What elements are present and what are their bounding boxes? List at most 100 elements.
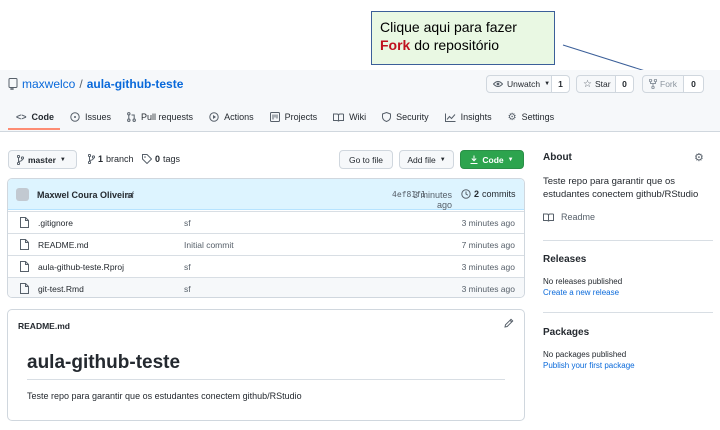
pull-request-icon — [127, 112, 136, 122]
issue-icon — [70, 112, 80, 122]
latest-commit-bar: Maxwel Coura Oliveira sf 4ef81f1 3 minut… — [8, 179, 524, 210]
tab-label: Code — [31, 112, 55, 122]
tab-label: Security — [396, 112, 429, 122]
file-name[interactable]: git-test.Rmd — [38, 284, 84, 294]
repo-separator: / — [79, 77, 83, 91]
commit-age: 3 minutes ago — [412, 190, 452, 210]
readme-heading: aula-github-teste — [27, 352, 181, 373]
file-commit-message[interactable]: Initial commit — [184, 240, 234, 250]
file-age: 7 minutes ago — [461, 239, 515, 250]
watch-count[interactable]: 1 — [552, 75, 570, 93]
code-icon: <> — [16, 112, 27, 122]
tags-link[interactable]: 0 tags — [142, 154, 180, 164]
tag-icon — [142, 154, 152, 164]
fork-callout: Clique aqui para fazer Fork do repositór… — [371, 11, 555, 65]
avatar[interactable] — [16, 188, 29, 201]
tab-label: Insights — [460, 112, 492, 122]
file-icon — [20, 283, 29, 294]
tab-label: Pull requests — [141, 112, 194, 122]
fork-label: Fork — [660, 79, 677, 89]
add-file-button[interactable]: Add file ▼ — [399, 150, 454, 169]
chevron-down-icon: ▼ — [544, 81, 551, 87]
commit-message[interactable]: sf — [127, 190, 134, 200]
branch-word: branch — [106, 154, 134, 164]
fork-button[interactable]: Fork — [642, 75, 684, 93]
tab-insights[interactable]: Insights — [437, 106, 500, 128]
readme-body: Teste repo para garantir que os estudant… — [27, 391, 302, 401]
callout-line2: Fork do repositório — [380, 36, 546, 54]
tab-wiki[interactable]: Wiki — [325, 106, 374, 128]
file-commit-message[interactable]: sf — [184, 262, 191, 272]
tab-label: Settings — [521, 112, 555, 122]
create-release-link[interactable]: Create a new release — [543, 288, 619, 297]
star-button[interactable]: ☆ Star — [576, 75, 616, 93]
book-icon — [333, 113, 345, 122]
commit-count: 2 — [474, 189, 480, 199]
chevron-down-icon: ▼ — [439, 156, 446, 163]
packages-title[interactable]: Packages — [543, 327, 589, 338]
code-button[interactable]: Code ▼ — [460, 150, 524, 169]
table-row[interactable]: aula-github-teste.Rproj sf 3 minutes ago — [8, 255, 524, 277]
fork-count[interactable]: 0 — [684, 75, 704, 93]
commit-author[interactable]: Maxwel Coura Oliveira — [37, 190, 133, 200]
commit-count-word: commits — [482, 189, 516, 199]
graph-icon — [444, 113, 456, 122]
file-commit-message[interactable]: sf — [184, 218, 191, 228]
branch-selector[interactable]: master ▼ — [8, 150, 77, 169]
star-count[interactable]: 0 — [616, 75, 634, 93]
branch-name: master — [28, 154, 56, 165]
table-row[interactable]: .gitignore sf 3 minutes ago — [8, 211, 524, 233]
about-line2: estudantes conectem github/RStudio — [543, 189, 699, 200]
branches-link[interactable]: 1 branch — [88, 154, 134, 164]
pencil-icon[interactable] — [504, 318, 514, 328]
project-icon — [269, 112, 280, 122]
history-icon — [461, 189, 471, 199]
file-name[interactable]: README.md — [38, 240, 89, 250]
branch-icon — [88, 154, 95, 164]
active-tab-underline — [8, 128, 60, 130]
repo-icon — [8, 78, 18, 90]
repo-title: maxwelco / aula-github-teste — [8, 77, 183, 91]
file-icon — [20, 261, 29, 272]
callout-line2-rest: do repositório — [410, 37, 500, 53]
play-icon — [209, 112, 219, 122]
releases-title[interactable]: Releases — [543, 254, 586, 265]
tab-security[interactable]: Security — [374, 106, 437, 128]
file-age: 3 minutes ago — [461, 217, 515, 228]
file-age: 3 minutes ago — [461, 261, 515, 272]
tab-projects[interactable]: Projects — [262, 106, 326, 128]
chevron-down-icon: ▼ — [507, 156, 514, 163]
chevron-down-icon: ▼ — [59, 156, 66, 163]
readme-filename: README.md — [18, 321, 70, 331]
file-name[interactable]: .gitignore — [38, 218, 73, 228]
go-to-file-button[interactable]: Go to file — [339, 150, 393, 169]
star-group: ☆ Star 0 — [576, 75, 634, 93]
unwatch-label: Unwatch — [507, 79, 541, 89]
sidebar-divider — [543, 312, 713, 313]
download-icon — [470, 155, 478, 164]
readme-link[interactable]: Readme — [543, 212, 595, 222]
repo-owner-link[interactable]: maxwelco — [22, 77, 75, 91]
tab-pull-requests[interactable]: Pull requests — [119, 106, 201, 128]
watch-group: Unwatch ▼ 1 — [486, 75, 570, 93]
branch-count: 1 — [98, 154, 104, 164]
star-label: Star — [594, 79, 611, 89]
tab-label: Issues — [85, 112, 112, 122]
star-icon: ☆ — [583, 78, 592, 90]
gear-icon[interactable]: ⚙ — [694, 151, 704, 164]
tag-word: tags — [163, 154, 181, 164]
unwatch-button[interactable]: Unwatch ▼ — [486, 75, 552, 93]
fork-group: Fork 0 — [642, 75, 704, 93]
table-row[interactable]: git-test.Rmd sf 3 minutes ago — [8, 277, 524, 297]
tab-actions[interactable]: Actions — [201, 106, 262, 128]
tab-settings[interactable]: ⚙ Settings — [500, 106, 563, 128]
tab-issues[interactable]: Issues — [62, 106, 119, 128]
file-name[interactable]: aula-github-teste.Rproj — [38, 262, 124, 272]
add-file-label: Add file — [407, 154, 436, 165]
tab-code[interactable]: <> Code — [8, 106, 62, 128]
commits-link[interactable]: 2 commits — [461, 189, 516, 199]
repo-name-link[interactable]: aula-github-teste — [87, 77, 184, 91]
publish-package-link[interactable]: Publish your first package — [543, 361, 635, 370]
file-commit-message[interactable]: sf — [184, 284, 191, 294]
table-row[interactable]: README.md Initial commit 7 minutes ago — [8, 233, 524, 255]
